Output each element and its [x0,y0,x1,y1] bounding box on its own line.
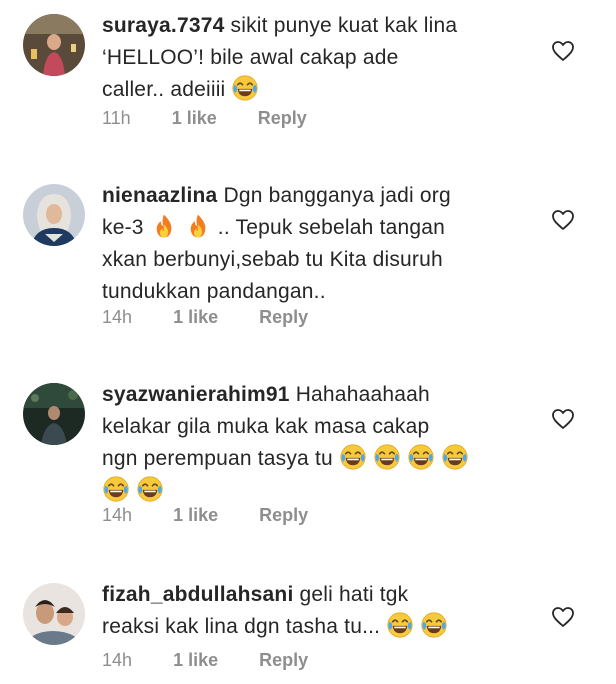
comment-username[interactable]: fizah_abdullahsani [102,583,293,606]
face-with-tears-of-joy-emoji [408,444,434,470]
comment-username[interactable]: nienaazlina [102,184,217,207]
face-with-tears-of-joy-emoji [374,444,400,470]
comment-time: 14h [102,307,133,327]
comment-text: tundukkan pandangan.. [102,280,326,303]
comment-text: ke-3 [102,216,144,239]
comment-time: 14h [102,505,133,525]
heart-outline-icon[interactable] [551,605,575,629]
heart-outline-icon[interactable] [551,407,575,431]
comment-text: xkan berbunyi,sebab tu Kita disuruh [102,248,443,271]
comment-text: Hahahaahaah [295,383,430,406]
comment-meta: 14h 1 like Reply [102,650,308,671]
heart-outline-icon[interactable] [551,208,575,232]
like-count[interactable]: 1 like [173,307,218,328]
face-with-tears-of-joy-emoji [137,476,163,502]
comment-username[interactable]: suraya.7374 [102,14,224,37]
comment-text: .. Tepuk sebelah tangan [217,216,446,239]
comment-time: 14h [102,650,133,670]
face-with-tears-of-joy-emoji [103,476,129,502]
comment-meta: 14h 1 like Reply [102,505,308,526]
comment-text: geli hati tgk [299,583,409,606]
face-with-tears-of-joy-emoji [387,612,413,638]
comment-text: caller.. adeiiii [102,78,226,101]
comment-text: reaksi kak lina dgn tasha tu... [102,615,381,638]
avatar[interactable] [23,383,85,445]
comment-text: Dgn bangganya jadi org [223,184,451,207]
fire-emoji [185,213,211,239]
face-with-tears-of-joy-emoji [232,75,258,101]
comment-username[interactable]: syazwanierahim91 [102,383,290,406]
avatar[interactable] [23,184,85,246]
like-count[interactable]: 1 like [172,108,217,129]
face-with-tears-of-joy-emoji [421,612,447,638]
face-with-tears-of-joy-emoji [340,444,366,470]
face-with-tears-of-joy-emoji [442,444,468,470]
reply-button[interactable]: Reply [258,108,307,129]
comment-text: kelakar gila muka kak masa cakap [102,415,430,438]
comment-time: 11h [102,108,131,128]
heart-outline-icon[interactable] [551,39,575,63]
comment-text: ngn perempuan tasya tu [102,447,333,470]
comment-text: ‘HELLOO’! bile awal cakap ade [102,46,399,69]
avatar[interactable] [23,14,85,76]
like-count[interactable]: 1 like [173,505,218,526]
like-count[interactable]: 1 like [173,650,218,671]
comment-text: sikit punye kuat kak lina [230,14,458,37]
fire-emoji [151,213,177,239]
reply-button[interactable]: Reply [259,650,308,671]
comment-meta: 11h 1 like Reply [102,108,307,129]
reply-button[interactable]: Reply [259,307,308,328]
reply-button[interactable]: Reply [259,505,308,526]
avatar[interactable] [23,583,85,645]
comment-meta: 14h 1 like Reply [102,307,308,328]
